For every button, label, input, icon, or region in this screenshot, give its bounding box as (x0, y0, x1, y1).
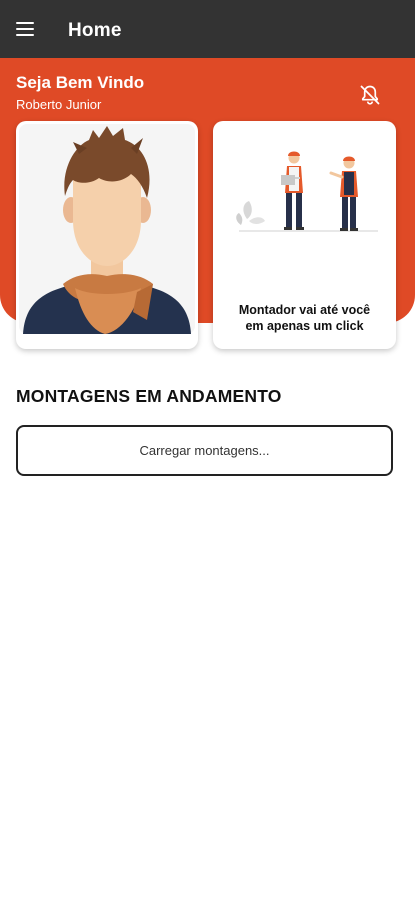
section-title: MONTAGENS EM ANDAMENTO (16, 386, 282, 406)
page-title: Home (68, 20, 122, 41)
promo-card[interactable]: Montador vai até você em apenas um click (213, 121, 396, 349)
profile-card[interactable] (16, 121, 198, 349)
workers-illustration (236, 151, 378, 232)
avatar (19, 124, 195, 334)
promo-text: Montador vai até você em apenas um click (213, 302, 396, 334)
app-bar: Home (0, 0, 415, 58)
user-name: Roberto Junior (16, 97, 102, 112)
bell-off-icon[interactable] (357, 82, 383, 108)
promo-line-2: em apenas um click (245, 319, 364, 333)
promo-line-1: Montador vai até você (238, 303, 371, 317)
greeting-text: Seja Bem Vindo (16, 73, 145, 92)
menu-icon[interactable] (14, 19, 38, 39)
load-montagens-button[interactable]: Carregar montagens... (16, 425, 393, 476)
